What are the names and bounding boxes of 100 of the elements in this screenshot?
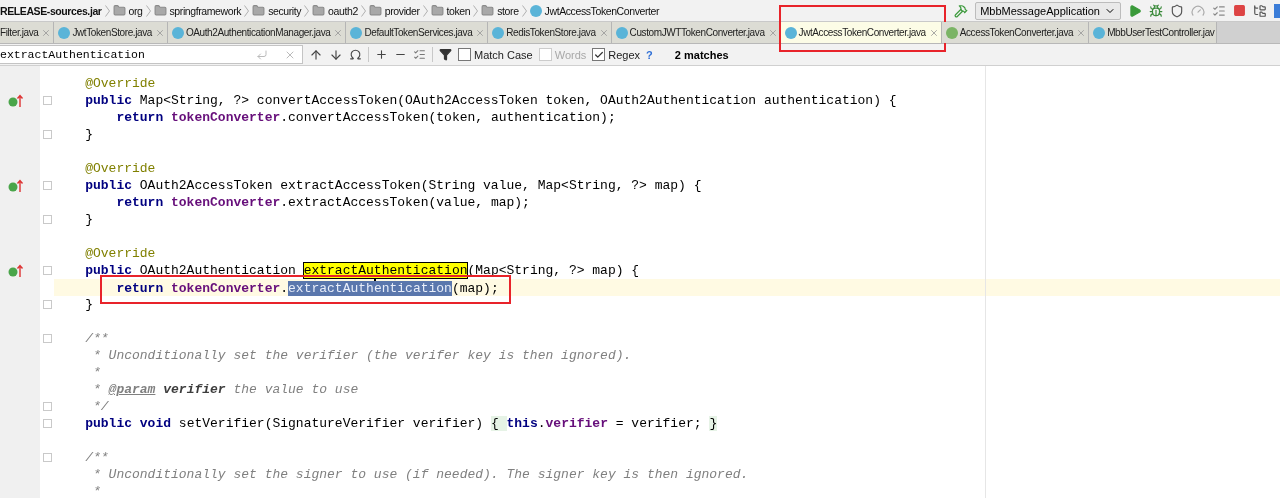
run-icon[interactable] <box>1128 3 1142 18</box>
editor-tab[interactable]: CustomJWTTokenConverter.java <box>611 22 781 43</box>
breadcrumb-item[interactable]: RELEASE-sources.jar <box>0 4 102 17</box>
code-line: */ <box>93 398 109 415</box>
chevron-icon <box>244 4 250 17</box>
breadcrumb-item[interactable]: token <box>446 4 471 17</box>
editor-tab[interactable]: JwtAccessTokenConverter.java <box>780 22 942 43</box>
fold-marker[interactable] <box>42 181 52 190</box>
close-icon[interactable] <box>598 27 609 38</box>
folder-icon <box>252 4 266 17</box>
breadcrumb-item[interactable]: org <box>128 4 143 17</box>
code-line: public void setVerifier(SignatureVerifier verifier) { this.verifier = verifier; } <box>85 415 718 432</box>
checkbox-label: Match Case <box>474 48 533 61</box>
code-line: public Map<String, ?> convertAccessToken(OAuth2AccessToken token, OAuth2Authentication authentication) { <box>85 92 897 109</box>
breadcrumb-item[interactable]: security <box>268 4 302 17</box>
editor-tab[interactable]: JwtTokenStore.java <box>54 22 168 43</box>
close-icon[interactable] <box>928 27 939 38</box>
close-icon[interactable] <box>41 27 52 38</box>
chevron-icon <box>304 4 310 17</box>
fold-marker[interactable] <box>42 402 52 411</box>
stop-icon[interactable] <box>1233 4 1246 17</box>
close-icon[interactable] <box>154 27 165 38</box>
add-icon[interactable] <box>375 48 388 61</box>
code-line: return tokenConverter.convertAccessToken(token, authentication); <box>116 109 616 126</box>
close-icon[interactable] <box>1076 27 1087 38</box>
implements-method-icon[interactable] <box>8 178 24 193</box>
fold-marker[interactable] <box>42 300 52 309</box>
tab-label: RedisTokenStore.java <box>506 27 596 38</box>
close-icon[interactable] <box>767 27 778 38</box>
breadcrumb-item[interactable]: springframework <box>169 4 242 17</box>
fold-marker[interactable] <box>42 130 52 139</box>
tab-label: JwtTokenStore.java <box>72 27 152 38</box>
class-icon <box>1093 26 1106 39</box>
code-line: * <box>93 364 101 381</box>
checkbox[interactable] <box>592 48 606 61</box>
arrow-up-icon[interactable] <box>309 47 323 62</box>
select-all-icon[interactable] <box>413 48 426 61</box>
implements-method-icon[interactable] <box>8 263 24 278</box>
breadcrumb-item[interactable]: store <box>497 4 519 17</box>
tab-label: OAuth2AuthenticationManager.java <box>185 27 331 38</box>
implements-method-icon[interactable] <box>8 93 24 108</box>
code-line: @Override <box>85 245 156 262</box>
checkbox-label: Regex <box>608 48 641 61</box>
class-icon <box>171 26 184 39</box>
class-icon <box>350 26 363 39</box>
list-icon[interactable] <box>1212 3 1226 18</box>
close-icon[interactable] <box>333 27 344 38</box>
match-count: 2 matches <box>674 48 729 61</box>
filter-icon[interactable] <box>439 48 452 61</box>
interface-icon <box>945 26 958 39</box>
editor-tab[interactable]: Filter.java <box>0 22 55 43</box>
editor-tab[interactable]: DefaultTokenServices.java <box>346 22 489 43</box>
code-line: @Override <box>85 160 156 177</box>
gauge-icon[interactable] <box>1191 3 1205 18</box>
code-line: /** <box>85 330 109 347</box>
folder-icon <box>481 4 495 17</box>
folder-icon <box>112 4 126 17</box>
close-icon[interactable] <box>475 27 486 38</box>
fold-marker[interactable] <box>42 334 52 343</box>
code-line: /** <box>85 449 109 466</box>
code-line: * @param verifier the value to use <box>93 381 359 398</box>
breadcrumb-item[interactable]: JwtAccessTokenConverter <box>544 4 660 17</box>
checkbox[interactable] <box>458 48 471 61</box>
class-icon <box>529 4 542 17</box>
code-line: } <box>85 296 93 313</box>
chevron-icon <box>360 4 366 17</box>
breadcrumb-item[interactable]: provider <box>384 4 420 17</box>
tab-label: CustomJWTTokenConverter.java <box>629 27 765 38</box>
shield-icon[interactable] <box>1170 3 1184 18</box>
fold-marker[interactable] <box>42 419 52 428</box>
code-line: } <box>85 126 93 143</box>
hammer-icon[interactable] <box>954 3 969 18</box>
bug-icon[interactable] <box>1149 3 1163 18</box>
class-icon <box>615 26 628 39</box>
fold-marker[interactable] <box>42 96 52 105</box>
fold-marker[interactable] <box>42 215 52 224</box>
run-configuration-dropdown[interactable]: MbbMessageApplication <box>975 1 1121 20</box>
help-link[interactable]: ? <box>646 48 653 61</box>
code-line: return tokenConverter.extractAuthentication(map); <box>116 279 499 297</box>
folder-tree-icon[interactable] <box>1253 3 1267 18</box>
editor-tab[interactable]: OAuth2AuthenticationManager.java <box>167 22 347 43</box>
omega-icon[interactable] <box>349 48 362 61</box>
checkbox-label: Words <box>554 48 587 61</box>
editor-tab[interactable]: RedisTokenStore.java <box>488 22 612 43</box>
chevron-icon <box>422 4 428 17</box>
fold-marker[interactable] <box>42 266 52 275</box>
chevron-icon <box>145 4 151 17</box>
code-line: } <box>85 211 93 228</box>
breadcrumb-item[interactable]: oauth2 <box>328 4 358 17</box>
tab-label: JwtAccessTokenConverter.java <box>798 27 926 38</box>
fold-marker[interactable] <box>42 453 52 462</box>
folder-icon <box>368 4 382 17</box>
search-field[interactable]: extractAuthentication <box>0 45 303 64</box>
arrow-down-icon[interactable] <box>329 47 343 62</box>
tab-label: AccessTokenConverter.java <box>959 27 1074 38</box>
editor-tab[interactable]: MbbUserTestController.jav <box>1089 22 1218 43</box>
editor-tab[interactable]: AccessTokenConverter.java <box>941 22 1090 43</box>
search-input[interactable]: extractAuthentication <box>0 48 256 61</box>
enter-icon <box>256 48 268 61</box>
tab-label: Filter.java <box>0 27 39 38</box>
